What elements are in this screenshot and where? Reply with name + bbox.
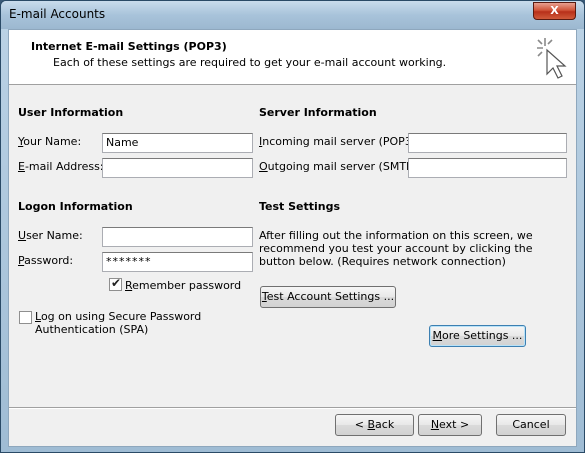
logon-information-heading: Logon Information — [18, 200, 133, 213]
user-name-label-key: U — [18, 229, 27, 242]
footer-divider — [9, 407, 576, 409]
email-address-label-rest: -mail Address: — [24, 160, 104, 173]
outgoing-server-input[interactable] — [408, 158, 567, 178]
back-prefix: < — [354, 418, 368, 431]
spa-label-rest: og on using Secure Password — [40, 310, 202, 323]
user-name-label-rest: ser Name: — [26, 229, 83, 242]
cursor-sparkle-icon — [537, 38, 567, 79]
outgoing-server-label: Outgoing mail server (SMTP): — [259, 160, 421, 173]
spa-checkbox[interactable] — [19, 311, 32, 324]
password-input[interactable]: ******* — [102, 252, 253, 272]
test-settings-heading: Test Settings — [259, 200, 341, 213]
more-settings-button[interactable]: More Settings ... — [429, 325, 526, 347]
test-settings-description-line3: button below. (Requires network connecti… — [259, 255, 506, 268]
dialog-client-area: Internet E-mail Settings (POP3) Each of … — [8, 29, 577, 447]
cancel-button[interactable]: Cancel — [496, 414, 566, 436]
spa-label-line2[interactable]: Authentication (SPA) — [35, 323, 148, 336]
incoming-server-label: Incoming mail server (POP3): — [259, 135, 420, 148]
password-label-rest: assword: — [24, 254, 74, 267]
user-name-input[interactable] — [102, 227, 253, 247]
remember-password-checkbox[interactable]: ✔ — [109, 276, 122, 291]
test-settings-description-line1: After filling out the information on thi… — [259, 229, 533, 242]
email-address-label-key: E — [18, 160, 25, 173]
next-key: N — [430, 418, 440, 431]
close-icon: X — [550, 4, 559, 17]
incoming-server-input[interactable] — [408, 133, 567, 153]
test-account-settings-rest: est Account Settings ... — [266, 290, 395, 303]
your-name-label-rest: our Name: — [23, 135, 82, 148]
remember-password-label[interactable]: Remember password — [125, 279, 241, 292]
page-title: Internet E-mail Settings (POP3) — [31, 40, 227, 53]
wizard-header: Internet E-mail Settings (POP3) Each of … — [9, 30, 576, 85]
more-settings-key: M — [432, 329, 443, 342]
test-settings-description-line2: recommend you test your account by click… — [259, 242, 533, 255]
email-address-input[interactable] — [102, 158, 253, 178]
next-button[interactable]: Next > — [418, 414, 482, 436]
email-accounts-window: E-mail Accounts X Internet E-mail Settin… — [0, 0, 585, 453]
close-button[interactable]: X — [533, 2, 576, 20]
password-label: Password: — [18, 254, 73, 267]
window-title: E-mail Accounts — [9, 7, 106, 21]
spa-label-line1[interactable]: Log on using Secure Password — [35, 310, 201, 323]
title-bar[interactable]: E-mail Accounts X — [1, 1, 584, 29]
your-name-input[interactable]: Name — [102, 133, 253, 153]
user-name-label: User Name: — [18, 229, 83, 242]
checkmark-icon: ✔ — [111, 276, 122, 290]
back-button[interactable]: < Back — [335, 414, 414, 436]
back-key: B — [367, 418, 376, 431]
remember-password-label-rest: emember password — [132, 279, 242, 292]
next-rest: ext > — [439, 418, 470, 431]
outgoing-server-label-rest: utgoing mail server (SMTP): — [267, 160, 421, 173]
incoming-server-label-rest: ncoming mail server (POP3): — [262, 135, 420, 148]
server-information-heading: Server Information — [259, 106, 377, 119]
test-account-settings-button[interactable]: Test Account Settings ... — [260, 286, 396, 308]
more-settings-rest: ore Settings ... — [442, 329, 523, 342]
user-information-heading: User Information — [18, 106, 124, 119]
page-subtitle: Each of these settings are required to g… — [53, 56, 447, 69]
back-rest: ack — [375, 418, 395, 431]
outgoing-server-label-key: O — [259, 160, 268, 173]
email-address-label: E-mail Address: — [18, 160, 104, 173]
your-name-label: Your Name: — [18, 135, 81, 148]
